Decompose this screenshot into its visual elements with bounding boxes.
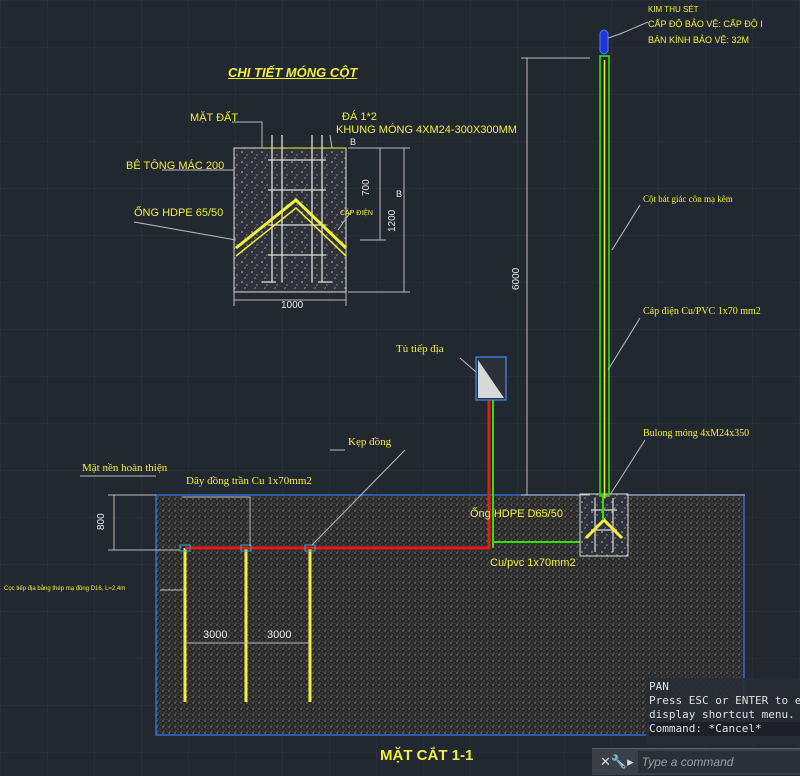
command-history: PAN Press ESC or ENTER to e display shor… (646, 678, 800, 745)
dim-1200-text: 1200 (387, 209, 398, 232)
close-icon[interactable]: ✕ (600, 755, 611, 770)
dim-700-text: 700 (361, 179, 372, 196)
detail-foundation (233, 147, 347, 293)
lightning-rod-level: CẤP ĐỘ BẢO VỆ: CẤP ĐỘ I (648, 19, 763, 29)
tag-b1: B (350, 137, 357, 147)
label-cu-pvc: Cu/pvc 1x70mm2 (490, 557, 576, 569)
customize-icon[interactable]: 🔧 (611, 755, 627, 770)
lightning-rod-name: KIM THU SÉT (648, 5, 699, 14)
label-clamp: Kẹp đồng (348, 436, 392, 448)
lightning-rod-tip (599, 29, 609, 55)
label-bolt: Bulong móng 4xM24x350 (643, 428, 750, 439)
label-frame: KHUNG MÓNG 4XM24-300X300MM (336, 124, 517, 136)
label-pole-cable: Cáp điện Cu/PVC 1x70 mm2 (643, 306, 761, 317)
command-history-line: Command: *Cancel* (649, 722, 800, 736)
command-line: ✕ 🔧 ▸ (592, 748, 800, 775)
dim-3000-text-b: 3000 (267, 629, 292, 641)
dim-1000-text: 1000 (281, 300, 304, 311)
cad-drawing-canvas[interactable] (0, 0, 800, 776)
command-history-line: Press ESC or ENTER to e (649, 694, 800, 707)
command-input[interactable] (637, 751, 800, 773)
label-finished-floor: Mặt nền hoàn thiện (82, 462, 168, 474)
command-history-title: PAN (649, 680, 669, 693)
section-title: MẶT CẮT 1-1 (380, 747, 474, 764)
tag-b2: B (396, 189, 403, 199)
label-ground: MẶT ĐẤT (190, 112, 239, 124)
lightning-rod-radius: BÁN KÍNH BẢO VỆ: 32M (648, 35, 750, 45)
label-pole: Cột bát giác côn mạ kẽm (643, 194, 733, 204)
label-stone: ĐÁ 1*2 (342, 111, 377, 123)
dim-800-text: 800 (96, 513, 107, 530)
label-concrete: BÊ TÔNG MÁC 200 (126, 160, 225, 172)
label-pipe: ỐNG HDPE 65/50 (134, 207, 224, 219)
label-hdpe-pipe: Ống HDPE D65/50 (470, 508, 563, 520)
label-grounding-box: Tủ tiếp địa (396, 343, 444, 355)
command-history-line: display shortcut menu. (649, 708, 795, 721)
label-rod-note: Cọc tiếp địa bằng thép mạ đồng D16, L=2,… (4, 586, 126, 592)
recent-commands-icon[interactable]: ▸ (627, 755, 634, 770)
dim-3000-text-a: 3000 (203, 629, 228, 641)
dim-6000-text: 6000 (511, 267, 522, 290)
label-cable: CÁP ĐIỆN (340, 210, 373, 217)
detail-title: CHI TIẾT MÓNG CỘT (228, 65, 358, 80)
label-copper-wire: Dây đồng trần Cu 1x70mm2 (186, 475, 312, 487)
